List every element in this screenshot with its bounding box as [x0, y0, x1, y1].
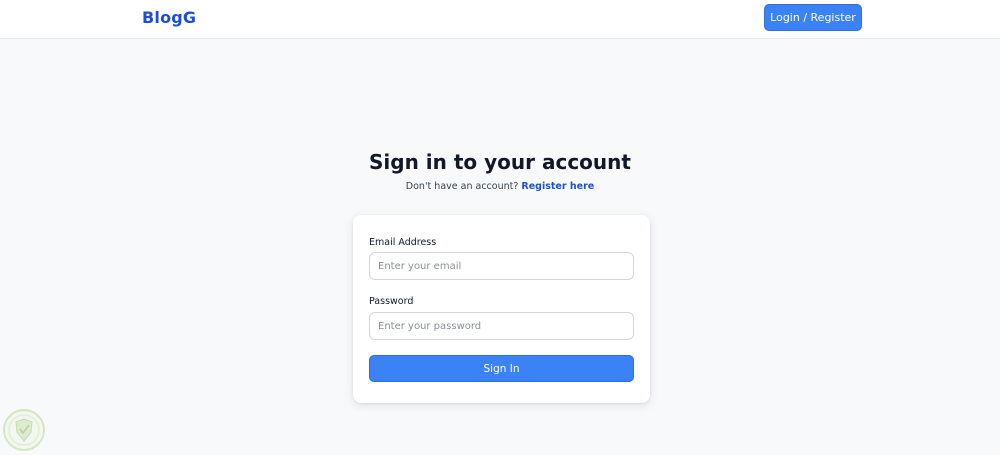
register-prompt-text: Don't have an account?: [405, 181, 519, 192]
register-prompt: Don't have an account? Register here: [0, 181, 1000, 192]
register-link[interactable]: Register here: [521, 181, 594, 192]
signin-card: Email Address Password Sign In: [353, 215, 650, 403]
email-field[interactable]: [369, 252, 634, 280]
top-navbar: BlogG Login / Register: [0, 0, 1000, 39]
login-register-button[interactable]: Login / Register: [764, 4, 862, 31]
sign-in-button[interactable]: Sign In: [369, 355, 634, 382]
brand-logo[interactable]: BlogG: [142, 8, 196, 27]
password-label: Password: [369, 296, 414, 307]
email-label: Email Address: [369, 237, 437, 248]
shield-badge-icon: [3, 409, 45, 451]
page-title: Sign in to your account: [369, 150, 631, 174]
password-field[interactable]: [369, 312, 634, 340]
